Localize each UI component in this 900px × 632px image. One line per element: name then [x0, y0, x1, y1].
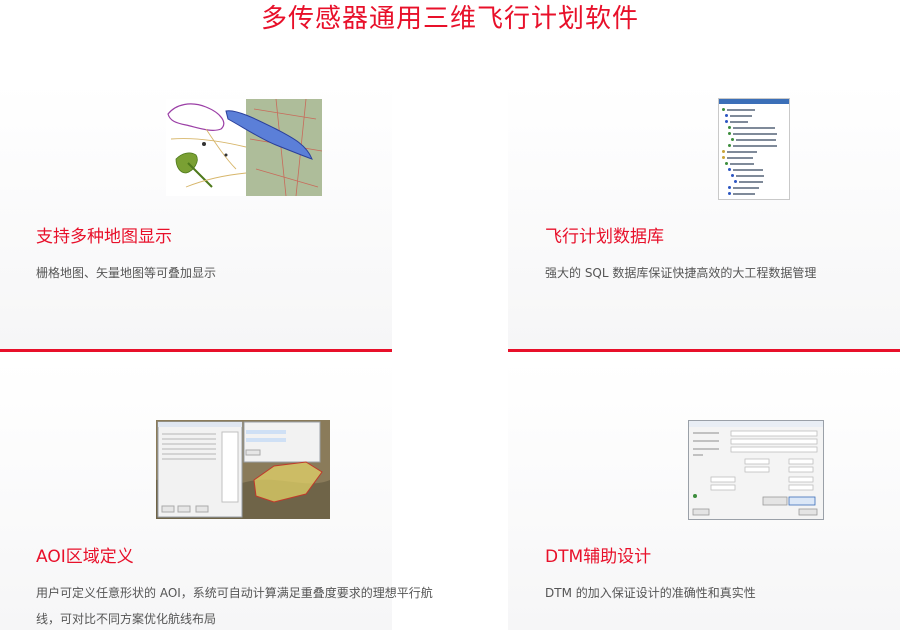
feature-card-flight-database: 飞行计划数据库 强大的 SQL 数据库保证快捷高效的大工程数据管理: [508, 82, 900, 352]
dtm-dialog-screenshot: [688, 420, 824, 520]
aoi-dialog-screenshot: [156, 420, 330, 519]
database-tree-screenshot: [718, 98, 790, 200]
feature-title: DTM辅助设计: [545, 547, 652, 567]
feature-title: AOI区域定义: [36, 547, 134, 567]
feature-description: 用户可定义任意形状的 AOI，系统可自动计算满足重叠度要求的理想平行航线，可对比…: [36, 586, 433, 626]
feature-title: 飞行计划数据库: [545, 227, 664, 247]
feature-title: 支持多种地图显示: [36, 227, 172, 247]
feature-description: 栅格地图、矢量地图等可叠加显示: [36, 266, 217, 280]
feature-card-dtm-design: DTM辅助设计 DTM 的加入保证设计的准确性和真实性: [508, 360, 900, 630]
feature-card-aoi-definition: AOI区域定义 用户可定义任意形状的 AOI，系统可自动计算满足重叠度要求的理想…: [0, 360, 433, 630]
feature-description: 强大的 SQL 数据库保证快捷高效的大工程数据管理: [545, 266, 817, 280]
feature-description: DTM 的加入保证设计的准确性和真实性: [545, 586, 756, 600]
page-title: 多传感器通用三维飞行计划软件: [260, 4, 639, 34]
feature-card-map-display: 支持多种地图显示 栅格地图、矢量地图等可叠加显示: [0, 82, 392, 352]
map-overlay-screenshot: [166, 99, 322, 196]
